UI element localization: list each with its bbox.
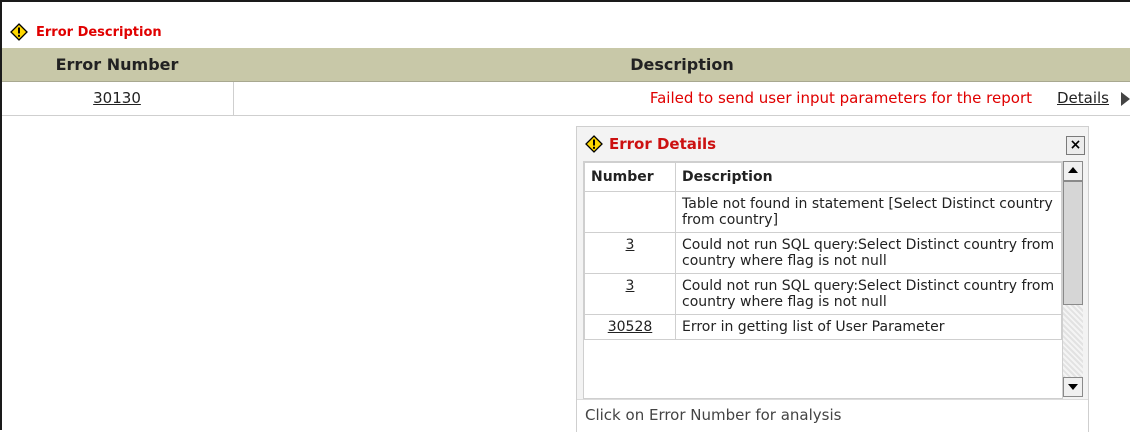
table-row: 30130 Failed to send user input paramete… — [2, 82, 1130, 116]
table-row: Table not found in statement [Select Dis… — [584, 191, 1062, 233]
error-number-link[interactable]: 3 — [584, 273, 676, 315]
scroll-down-button[interactable] — [1063, 377, 1083, 397]
scrollbar-thumb[interactable] — [1063, 181, 1083, 305]
warning-icon — [10, 23, 28, 41]
close-icon: × — [1069, 137, 1082, 153]
footer-hint: Click on Error Number for analysis — [585, 406, 842, 424]
arrow-right-icon[interactable] — [1121, 92, 1130, 106]
error-details-popup: Error Details × Number Description Table… — [576, 126, 1089, 432]
details-link[interactable]: Details — [1057, 82, 1109, 115]
section-title-bar: Error Description — [10, 20, 162, 44]
table-header-row: Error Number Description — [2, 48, 1130, 82]
column-header-number: Number — [584, 162, 676, 192]
column-header-description: Description — [630, 55, 734, 74]
column-header-error-number: Error Number — [55, 55, 179, 74]
frame-top-border — [0, 0, 1130, 2]
section-title: Error Description — [36, 24, 162, 40]
column-divider — [233, 82, 234, 115]
error-number-link[interactable]: 3 — [584, 232, 676, 274]
error-description: Failed to send user input parameters for… — [649, 89, 1032, 107]
error-number-link[interactable]: 30528 — [584, 314, 676, 340]
error-description: Could not run SQL query:Select Distinct … — [675, 273, 1062, 315]
vertical-scrollbar[interactable] — [1063, 161, 1083, 397]
table-row: 3 Could not run SQL query:Select Distinc… — [584, 232, 1062, 274]
error-number-link[interactable] — [584, 191, 676, 233]
error-description: Could not run SQL query:Select Distinct … — [675, 232, 1062, 274]
error-description: Table not found in statement [Select Dis… — [675, 191, 1062, 233]
error-description: Error in getting list of User Parameter — [675, 314, 1062, 340]
popup-footer: Click on Error Number for analysis — [577, 399, 1088, 432]
close-button[interactable]: × — [1066, 136, 1085, 155]
scroll-up-button[interactable] — [1063, 161, 1083, 181]
popup-header: Error Details × — [577, 127, 1088, 161]
error-description-text: Failed to send user input parameters for… — [242, 82, 1110, 115]
column-header-description: Description — [675, 162, 1062, 192]
error-number-link[interactable]: 30130 — [2, 82, 232, 115]
popup-table-header: Number Description — [584, 162, 1062, 192]
table-row: 3 Could not run SQL query:Select Distinc… — [584, 273, 1062, 315]
error-details-table: Number Description Table not found in st… — [583, 161, 1063, 399]
table-row: 30528 Error in getting list of User Para… — [584, 314, 1062, 340]
popup-title: Error Details — [609, 135, 717, 153]
warning-icon — [585, 135, 603, 153]
